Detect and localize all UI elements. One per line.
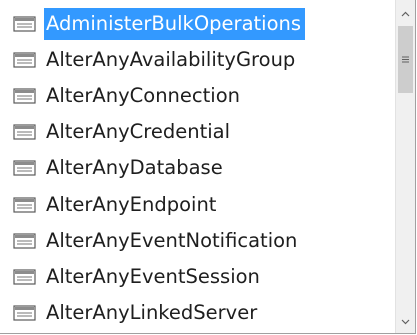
enum-value-icon (13, 160, 36, 177)
vertical-scrollbar[interactable] (395, 0, 415, 333)
scroll-up-button[interactable] (396, 3, 415, 25)
enum-value-icon (13, 269, 36, 285)
list-item[interactable]: AlterAnyLinkedServer (0, 295, 394, 331)
list-item-label: AlterAnyLinkedServer (46, 300, 258, 324)
list-item-label: AlterAnyEndpoint (46, 192, 217, 216)
chevron-up-icon (401, 11, 410, 17)
enum-value-icon (13, 88, 36, 104)
list-item[interactable]: AlterAnyDatabase (0, 150, 394, 186)
list-item-label: AlterAnyAvailabilityGroup (46, 48, 296, 72)
enum-value-icon (13, 52, 36, 68)
list-item-label: AlterAnyEventNotification (46, 228, 298, 252)
list-item[interactable]: AlterAnyEventSession (0, 259, 394, 295)
list-item[interactable]: AlterAnyEndpoint (0, 186, 394, 222)
scrollbar-thumb[interactable] (398, 26, 413, 93)
list-item[interactable]: AlterAnyConnection (0, 78, 394, 114)
list-item[interactable]: AlterAnyCredential (0, 114, 394, 150)
enum-value-icon (13, 124, 36, 140)
enum-value-icon (13, 233, 36, 249)
intellisense-completion-list: AdministerBulkOperations AlterAnyAvailab… (0, 0, 416, 334)
list-item[interactable]: AdministerBulkOperations (0, 6, 394, 42)
list-item-label: AlterAnyDatabase (46, 156, 223, 180)
list-item-label: AlterAnyCredential (46, 120, 231, 144)
grip-lines-icon (402, 56, 409, 63)
list-item[interactable]: AlterAnyAvailabilityGroup (0, 42, 394, 78)
enum-value-icon (13, 305, 36, 321)
scroll-down-button[interactable] (396, 311, 415, 333)
enum-value-icon (13, 16, 36, 32)
list-item-label: AdministerBulkOperations (44, 8, 306, 41)
list-item-label: AlterAnyEventSession (46, 264, 260, 288)
chevron-down-icon (401, 319, 410, 325)
completion-items: AdministerBulkOperations AlterAnyAvailab… (0, 6, 394, 334)
list-item[interactable]: AlterAnyEventNotification (0, 223, 394, 259)
enum-value-icon (13, 196, 36, 213)
list-item-label: AlterAnyConnection (46, 84, 240, 108)
